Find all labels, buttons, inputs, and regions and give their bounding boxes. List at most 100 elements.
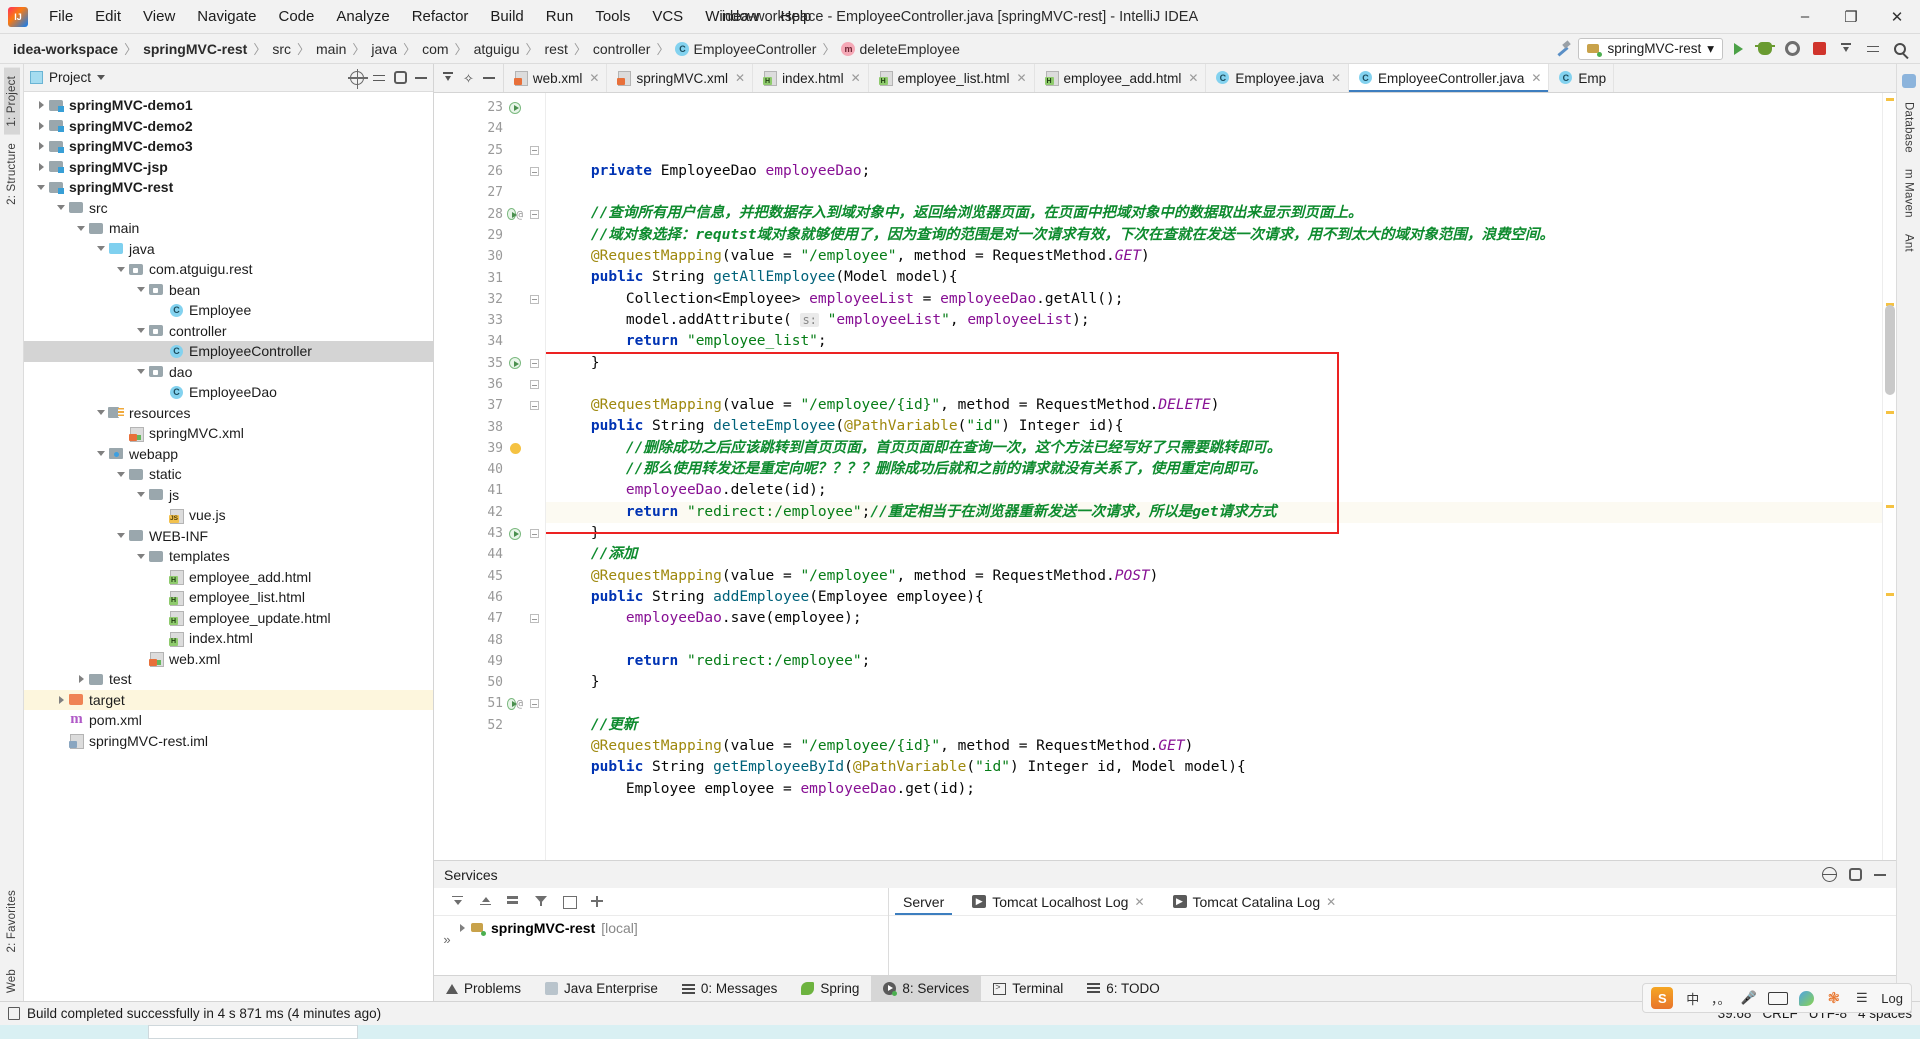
settings-star-icon[interactable]: ✧	[463, 72, 474, 85]
services-tab-server[interactable]: Server	[889, 888, 958, 915]
add-service-icon[interactable]	[562, 895, 577, 909]
breadcrumb-item-rest[interactable]: rest	[542, 41, 571, 57]
sidebar-tab-maven[interactable]: m Maven	[1901, 161, 1917, 226]
code-line-44[interactable]: employeeDao.save(employee);	[546, 608, 1882, 629]
fold-toggle-icon[interactable]	[527, 380, 541, 389]
tree-item-employee-add-html[interactable]: employee_add.html	[24, 567, 433, 588]
fold-toggle-icon[interactable]	[527, 614, 541, 624]
code-line-35[interactable]: public String deleteEmployee(@PathVariab…	[546, 416, 1882, 437]
filter-icon[interactable]	[534, 895, 549, 909]
close-icon[interactable]: ✕	[1134, 895, 1144, 909]
gear-icon[interactable]	[394, 71, 407, 84]
gutter-line-35[interactable]: 35	[434, 353, 545, 374]
gutter-line-30[interactable]: 30	[434, 246, 545, 267]
locate-icon[interactable]	[348, 68, 368, 89]
tree-item-springmvc-rest[interactable]: springMVC-rest	[24, 177, 433, 198]
tree-item-springmvc-xml[interactable]: springMVC.xml	[24, 423, 433, 444]
scroll-from-source-icon[interactable]	[442, 72, 454, 84]
code-line-32[interactable]: }	[546, 353, 1882, 374]
code-line-29[interactable]: Collection<Employee> employeeList = empl…	[546, 289, 1882, 310]
close-icon[interactable]: ✕	[851, 71, 861, 85]
code-line-23[interactable]: private EmployeeDao employeeDao;	[546, 161, 1882, 182]
editor-tab-web-xml[interactable]: web.xml ✕	[504, 64, 608, 92]
sidebar-tab-database[interactable]: Database	[1901, 94, 1917, 161]
chevron-right-icon[interactable]	[34, 121, 48, 130]
fold-toggle-icon[interactable]	[527, 209, 541, 219]
fold-toggle-icon[interactable]	[527, 294, 541, 304]
breadcrumb-item-main[interactable]: main	[313, 41, 349, 57]
gutter-line-23[interactable]: 23	[434, 97, 545, 118]
fold-toggle-icon[interactable]	[527, 529, 541, 539]
code-line-37[interactable]: //那么使用转发还是重定向呢？？？？删除成功后就和之前的请求就没有关系了，使用重…	[546, 459, 1882, 480]
error-stripe-markers[interactable]	[1882, 93, 1896, 860]
punctuation-mode-icon[interactable]: ，。	[1711, 990, 1731, 1007]
toolwindow-messages[interactable]: 0: Messages	[670, 976, 790, 1001]
editor-scrollbar-thumb[interactable]	[1885, 305, 1895, 395]
breadcrumb-item-workspace[interactable]: idea-workspace	[10, 41, 121, 57]
chevron-down-icon[interactable]	[114, 266, 128, 272]
hide-icon[interactable]	[415, 76, 427, 79]
sidebar-tab-web[interactable]: Web	[4, 961, 20, 1001]
editor-tab-emp[interactable]: Emp	[1549, 64, 1615, 92]
chevron-down-icon[interactable]	[114, 533, 128, 539]
code-line-51[interactable]: public String getEmployeeById(@PathVaria…	[546, 757, 1882, 778]
tree-item-springmvc-demo1[interactable]: springMVC-demo1	[24, 95, 433, 116]
gutter-line-40[interactable]: 40	[434, 459, 545, 480]
tree-item-employee-list-html[interactable]: employee_list.html	[24, 587, 433, 608]
code-line-33[interactable]	[546, 374, 1882, 395]
close-icon[interactable]: ✕	[589, 71, 599, 85]
debug-icon[interactable]	[1753, 37, 1777, 61]
gutter-line-27[interactable]: 27	[434, 182, 545, 203]
gutter-line-36[interactable]: 36	[434, 374, 545, 395]
tree-item-web-inf[interactable]: WEB-INF	[24, 526, 433, 547]
plus-icon[interactable]	[590, 895, 605, 909]
code-line-47[interactable]: }	[546, 672, 1882, 693]
layout-icon[interactable]	[1861, 37, 1885, 61]
gutter-line-24[interactable]: 24	[434, 118, 545, 139]
chevron-down-icon[interactable]	[134, 492, 148, 498]
service-item-springmvc-rest[interactable]: springMVC-rest [local]	[460, 916, 638, 936]
menu-window[interactable]: Window	[694, 4, 769, 29]
code-line-50[interactable]: @RequestMapping(value = "/employee/{id}"…	[546, 736, 1882, 757]
search-everywhere-icon[interactable]	[1888, 37, 1912, 61]
toolwindow-spring[interactable]: Spring	[789, 976, 871, 1001]
code-line-49[interactable]: //更新	[546, 715, 1882, 736]
tree-item-bean[interactable]: bean	[24, 280, 433, 301]
chevron-down-icon[interactable]	[134, 287, 148, 293]
sidebar-tab-favorites[interactable]: 2: Favorites	[4, 882, 20, 960]
gutter-line-49[interactable]: 49	[434, 651, 545, 672]
menu-icon[interactable]: ☰	[1853, 990, 1870, 1007]
code-line-28[interactable]: public String getAllEmployee(Model model…	[546, 267, 1882, 288]
code-line-34[interactable]: @RequestMapping(value = "/employee/{id}"…	[546, 395, 1882, 416]
editor-tab-employee-list-html[interactable]: employee_list.html ✕	[869, 64, 1035, 92]
sidebar-tab-structure[interactable]: 2: Structure	[4, 135, 20, 213]
menu-vcs[interactable]: VCS	[641, 4, 694, 29]
tree-item-employee[interactable]: Employee	[24, 300, 433, 321]
gutter-line-41[interactable]: 41	[434, 480, 545, 501]
code-line-40[interactable]: }	[546, 523, 1882, 544]
gutter-line-31[interactable]: 31	[434, 267, 545, 288]
code-line-25[interactable]: //查询所有用户信息，并把数据存入到域对象中，返回给浏览器页面，在页面中把域对象…	[546, 203, 1882, 224]
breadcrumb-item-module[interactable]: springMVC-rest	[140, 41, 250, 57]
code-line-38[interactable]: employeeDao.delete(id);	[546, 480, 1882, 501]
chevron-down-icon[interactable]	[94, 246, 108, 252]
settings-gear-icon[interactable]	[1780, 37, 1804, 61]
chevron-right-icon[interactable]	[34, 142, 48, 151]
microphone-icon[interactable]: 🎤	[1740, 990, 1757, 1007]
close-icon[interactable]: ✕	[1326, 895, 1336, 909]
tree-item-static[interactable]: static	[24, 464, 433, 485]
code-line-41[interactable]: //添加	[546, 544, 1882, 565]
gutter-line-52[interactable]: 52	[434, 715, 545, 736]
menu-analyze[interactable]: Analyze	[325, 4, 400, 29]
tree-item-target[interactable]: target	[24, 689, 433, 710]
close-icon[interactable]: ✕	[1188, 71, 1198, 85]
tree-item-employee-update-html[interactable]: employee_update.html	[24, 608, 433, 629]
breadcrumb-item-src[interactable]: src	[269, 41, 294, 57]
keyboard-icon[interactable]	[1768, 991, 1789, 1005]
bulb-icon[interactable]	[507, 442, 523, 454]
editor-tab-employee-add-html[interactable]: employee_add.html ✕	[1035, 64, 1207, 92]
tree-item-resources[interactable]: resources	[24, 403, 433, 424]
tree-item-springmvc-rest-iml[interactable]: springMVC-rest.iml	[24, 731, 433, 752]
fold-toggle-icon[interactable]	[527, 358, 541, 368]
menu-run[interactable]: Run	[535, 4, 585, 29]
